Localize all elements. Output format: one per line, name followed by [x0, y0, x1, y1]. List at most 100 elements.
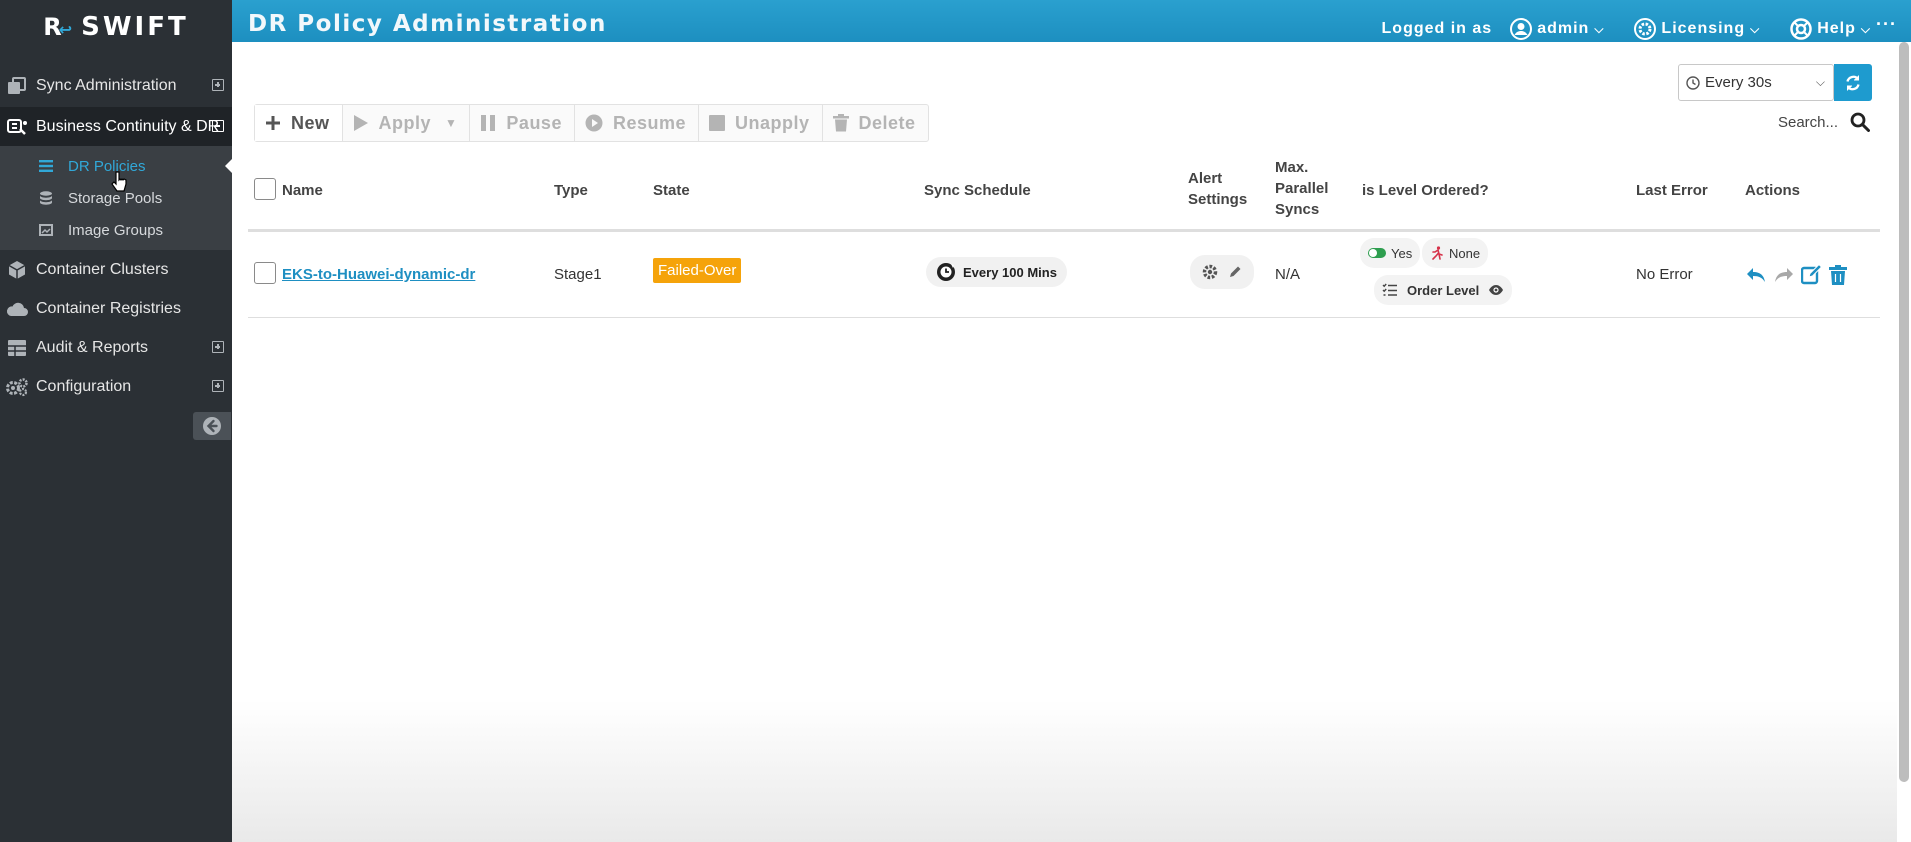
column-level-ordered[interactable]: is Level Ordered? — [1362, 180, 1489, 201]
order-level-pill[interactable]: Order Level — [1374, 275, 1513, 305]
sync-schedule-cell: Every 100 Mins — [926, 257, 1067, 287]
column-sync-schedule[interactable]: Sync Schedule — [924, 180, 1031, 201]
chevron-down-icon: ⌵ — [1815, 75, 1825, 89]
copy-icon — [4, 76, 30, 96]
refresh-interval-value: Every 30s — [1705, 74, 1772, 91]
licensing-label: Licensing — [1661, 20, 1746, 37]
column-name[interactable]: Name — [282, 180, 323, 201]
help-lifebuoy-icon — [1790, 18, 1812, 40]
row-checkbox[interactable] — [254, 262, 276, 284]
chevron-down-icon: ⌵ — [1860, 21, 1871, 36]
undo-icon[interactable] — [1745, 266, 1767, 284]
sidebar-item-label: Container Clusters — [36, 260, 169, 278]
clock-icon — [1686, 75, 1700, 90]
gear-icon — [1634, 18, 1657, 40]
user-menu[interactable]: admin ⌵ — [1510, 18, 1604, 40]
sidebar-item-business-continuity[interactable]: Business Continuity & DR — [0, 107, 232, 146]
licensing-menu[interactable]: Licensing ⌵ — [1634, 18, 1760, 40]
policy-name-link[interactable]: EKS-to-Huawei-dynamic-dr — [282, 266, 475, 283]
help-label: Help — [1817, 20, 1856, 37]
content-bottom-fade — [232, 700, 1897, 842]
unapply-button[interactable]: Unapply — [699, 105, 823, 141]
column-actions: Actions — [1745, 182, 1801, 199]
collapse-icon[interactable] — [212, 120, 224, 132]
sidebar-item-audit-reports[interactable]: Audit & Reports — [0, 328, 232, 367]
app-logo[interactable]: R↩ SWIFT — [0, 0, 232, 54]
sidebar-submenu: DR Policies Storage Pools Image Groups — [0, 146, 232, 250]
refresh-button[interactable] — [1834, 64, 1872, 101]
cloud-icon — [4, 299, 30, 319]
expand-icon[interactable] — [212, 341, 224, 353]
sidebar-item-label: Business Continuity & DR — [36, 117, 220, 135]
sidebar-item-label: Sync Administration — [36, 76, 177, 94]
list-icon — [38, 160, 54, 172]
select-all-checkbox[interactable] — [254, 178, 276, 200]
pencil-icon[interactable] — [1228, 265, 1242, 279]
column-type[interactable]: Type — [554, 180, 588, 201]
status-badge: Failed-Over — [653, 258, 742, 283]
trash-icon[interactable] — [1829, 265, 1847, 285]
sidebar-item-configuration[interactable]: Configuration — [0, 367, 232, 406]
sidebar-item-label: Audit & Reports — [36, 338, 149, 356]
max-parallel-syncs: N/A — [1275, 266, 1301, 283]
policy-name[interactable]: EKS-to-Huawei-dynamic-dr — [282, 266, 475, 283]
column-state[interactable]: State — [653, 180, 690, 201]
edit-icon[interactable] — [1801, 265, 1823, 285]
column-max-parallel-line2: Parallel — [1275, 180, 1329, 197]
policy-toolbar: New Apply ▼ Pause Resume Unapply Delete — [254, 104, 929, 142]
logged-in-label: Logged in as — [1381, 20, 1493, 37]
column-alert-settings-line1: Alert — [1188, 170, 1223, 187]
gears-icon — [4, 377, 30, 397]
eye-icon[interactable] — [1488, 284, 1504, 296]
cube-icon — [4, 260, 30, 280]
collapse-sidebar-button[interactable] — [193, 412, 231, 440]
header-menu: Logged in as admin ⌵ Licensing ⌵ Help ⌵ — [1382, 18, 1871, 40]
level-ordered-value: Yes — [1391, 245, 1413, 261]
refresh-interval-select[interactable]: Every 30s ⌵ — [1678, 64, 1834, 101]
sync-schedule-pill[interactable]: Every 100 Mins — [926, 257, 1067, 287]
sidebar-subitem-image-groups[interactable]: Image Groups — [0, 214, 232, 246]
logo-text: SWIFT — [81, 12, 189, 42]
level-ordered-toggle[interactable]: Yes — [1360, 238, 1421, 268]
page-title: DR Policy Administration — [248, 11, 607, 37]
gear-icon[interactable] — [1202, 264, 1218, 280]
help-menu[interactable]: Help ⌵ — [1790, 18, 1871, 40]
level-ordered-mode-label: None — [1449, 245, 1481, 261]
sidebar: R↩ SWIFT Sync Administration Business Co… — [0, 0, 232, 842]
more-menu-button[interactable]: ··· — [1876, 14, 1897, 35]
continuity-icon — [4, 117, 30, 137]
sidebar-item-sync-administration[interactable]: Sync Administration — [0, 66, 232, 105]
expand-icon[interactable] — [212, 79, 224, 91]
resume-button-label: Resume — [612, 112, 686, 133]
expand-icon[interactable] — [212, 380, 224, 392]
sync-schedule-label: Every 100 Mins — [963, 264, 1057, 280]
search-icon[interactable] — [1850, 112, 1870, 132]
column-last-error[interactable]: Last Error — [1636, 180, 1708, 201]
table-row[interactable]: EKS-to-Huawei-dynamic-dr Stage1 Failed-O… — [248, 232, 1880, 318]
resume-button[interactable]: Resume — [575, 105, 699, 141]
page-scrollbar[interactable] — [1899, 42, 1909, 782]
apply-button[interactable]: Apply ▼ — [343, 105, 471, 141]
sidebar-subitem-label: Image Groups — [68, 221, 164, 239]
top-header: DR Policy Administration Logged in as ad… — [232, 0, 1911, 42]
logo-mark: R↩ — [43, 13, 74, 41]
stop-icon — [709, 115, 725, 131]
column-max-parallel-syncs[interactable]: Max. Parallel Syncs — [1275, 157, 1328, 220]
order-level-label: Order Level — [1407, 282, 1480, 298]
table-search[interactable]: Search... — [1778, 112, 1870, 132]
new-button[interactable]: New — [255, 105, 343, 141]
sidebar-item-container-clusters[interactable]: Container Clusters — [0, 250, 232, 289]
running-person-icon — [1432, 246, 1443, 260]
image-icon — [38, 223, 54, 237]
chevron-down-icon: ⌵ — [1594, 21, 1605, 36]
caret-down-icon[interactable]: ▼ — [445, 116, 457, 130]
sidebar-item-container-registries[interactable]: Container Registries — [0, 289, 232, 328]
column-alert-settings[interactable]: Alert Settings — [1188, 168, 1247, 210]
redo-icon[interactable] — [1773, 266, 1795, 284]
column-max-parallel-line3: Syncs — [1275, 201, 1320, 218]
search-input[interactable]: Search... — [1778, 114, 1838, 131]
delete-button[interactable]: Delete — [823, 105, 928, 141]
table-header: Name Type State Sync Schedule Alert Sett… — [248, 152, 1880, 232]
alert-settings-cell — [1190, 255, 1254, 289]
pause-button[interactable]: Pause — [470, 105, 575, 141]
